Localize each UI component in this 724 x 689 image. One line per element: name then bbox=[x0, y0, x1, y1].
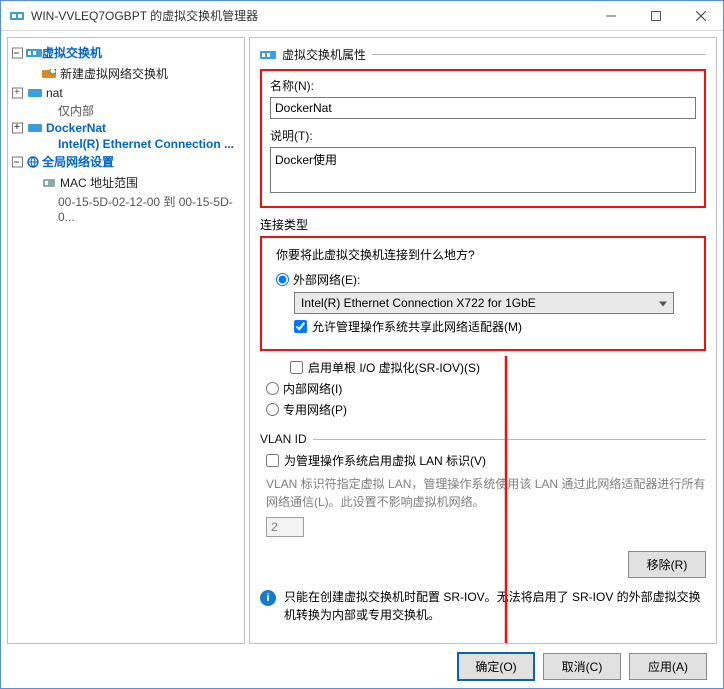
svg-text:✦: ✦ bbox=[51, 69, 56, 76]
radio-external-label: 外部网络(E): bbox=[293, 271, 360, 288]
radio-private-input[interactable] bbox=[266, 403, 279, 416]
radio-internal-input[interactable] bbox=[266, 382, 279, 395]
chk-share-input[interactable] bbox=[294, 320, 307, 333]
desc-textarea[interactable] bbox=[270, 147, 696, 193]
window: WIN-VVLEQ7OGBPT 的虚拟交换机管理器 虚拟交换机 ✦ 新建虚拟网络… bbox=[0, 0, 724, 689]
adapter-combo-value: Intel(R) Ethernet Connection X722 for 1G… bbox=[301, 296, 536, 310]
tree-item-dockernat[interactable]: DockerNat bbox=[8, 119, 244, 137]
cancel-button[interactable]: 取消(C) bbox=[543, 653, 621, 680]
name-input[interactable] bbox=[270, 97, 696, 119]
window-title: WIN-VVLEQ7OGBPT 的虚拟交换机管理器 bbox=[31, 7, 588, 24]
switch-icon bbox=[28, 123, 42, 133]
new-switch-icon: ✦ bbox=[42, 69, 56, 79]
chk-sriov-input[interactable] bbox=[290, 361, 303, 374]
conn-question: 你要将此虚拟交换机连接到什么地方? bbox=[276, 246, 696, 263]
minimize-button[interactable] bbox=[588, 1, 633, 30]
info-row: i 只能在创建虚拟交换机时配置 SR-IOV。无法将启用了 SR-IOV 的外部… bbox=[260, 588, 706, 624]
tree-item-label: DockerNat bbox=[46, 121, 106, 135]
tree-sub-mac: 00-15-5D-02-12-00 到 00-15-5D-0... bbox=[8, 193, 244, 224]
globe-icon bbox=[26, 156, 42, 168]
switch-icon bbox=[260, 49, 276, 61]
name-desc-highlight: 名称(N): 说明(T): bbox=[260, 69, 706, 208]
switch-icon bbox=[28, 88, 42, 98]
nic-icon bbox=[42, 178, 56, 188]
radio-external-input[interactable] bbox=[276, 273, 289, 286]
chk-vlan-label: 为管理操作系统启用虚拟 LAN 标识(V) bbox=[284, 452, 486, 469]
chk-sriov[interactable]: 启用单根 I/O 虚拟化(SR-IOV)(S) bbox=[290, 359, 706, 376]
info-icon: i bbox=[260, 590, 276, 606]
desc-label: 说明(T): bbox=[270, 127, 696, 144]
adapter-combo[interactable]: Intel(R) Ethernet Connection X722 for 1G… bbox=[294, 292, 674, 314]
tree-item-label: 新建虚拟网络交换机 bbox=[60, 65, 168, 82]
tree-item-mac-range[interactable]: MAC 地址范围 bbox=[8, 172, 244, 193]
tree-sub-nat: 仅内部 bbox=[8, 102, 244, 119]
app-icon bbox=[9, 8, 25, 24]
chk-sriov-label: 启用单根 I/O 虚拟化(SR-IOV)(S) bbox=[308, 359, 480, 376]
close-button[interactable] bbox=[678, 1, 723, 30]
remove-button[interactable]: 移除(R) bbox=[628, 551, 706, 578]
ok-button[interactable]: 确定(O) bbox=[457, 652, 535, 681]
dialog-footer: 确定(O) 取消(C) 应用(A) bbox=[1, 644, 723, 688]
tree-item-label: nat bbox=[46, 86, 63, 100]
panel-title-row: 虚拟交换机属性 bbox=[260, 46, 706, 63]
tree-header-vswitch[interactable]: 虚拟交换机 bbox=[8, 42, 244, 63]
name-label: 名称(N): bbox=[270, 77, 696, 94]
chk-share-label: 允许管理操作系统共享此网络适配器(M) bbox=[312, 318, 522, 335]
vlan-id-spinner: 2 bbox=[266, 517, 304, 537]
conn-type-highlight: 你要将此虚拟交换机连接到什么地方? 外部网络(E): Intel(R) Ethe… bbox=[260, 236, 706, 351]
tree-header-label: 全局网络设置 bbox=[42, 153, 114, 170]
tree-item-new-switch[interactable]: ✦ 新建虚拟网络交换机 bbox=[8, 63, 244, 84]
radio-external[interactable]: 外部网络(E): bbox=[276, 271, 696, 288]
radio-private-label: 专用网络(P) bbox=[283, 401, 347, 418]
conn-type-title: 连接类型 bbox=[260, 216, 706, 233]
info-text: 只能在创建虚拟交换机时配置 SR-IOV。无法将启用了 SR-IOV 的外部虚拟… bbox=[284, 588, 706, 624]
tree-item-label: MAC 地址范围 bbox=[60, 174, 138, 191]
properties-panel: 虚拟交换机属性 名称(N): 说明(T): 连接类型 你要将此虚拟交换机连接到什… bbox=[249, 37, 717, 644]
tree-header-global[interactable]: 全局网络设置 bbox=[8, 151, 244, 172]
vlan-title-row: VLAN ID bbox=[260, 432, 706, 446]
radio-internal-label: 内部网络(I) bbox=[283, 380, 342, 397]
tree-sub-dockernat: Intel(R) Ethernet Connection ... bbox=[8, 137, 244, 151]
tree-header-label: 虚拟交换机 bbox=[42, 44, 102, 61]
radio-internal[interactable]: 内部网络(I) bbox=[266, 380, 706, 397]
chk-vlan-input[interactable] bbox=[266, 454, 279, 467]
vlan-title: VLAN ID bbox=[260, 432, 307, 446]
titlebar: WIN-VVLEQ7OGBPT 的虚拟交换机管理器 bbox=[1, 1, 723, 31]
chk-vlan[interactable]: 为管理操作系统启用虚拟 LAN 标识(V) bbox=[266, 452, 706, 469]
apply-button[interactable]: 应用(A) bbox=[629, 653, 707, 680]
vlan-hint: VLAN 标识符指定虚拟 LAN，管理操作系统使用该 LAN 通过此网络适配器进… bbox=[266, 475, 706, 511]
tree-panel: 虚拟交换机 ✦ 新建虚拟网络交换机 nat 仅内部 DockerNat Inte… bbox=[7, 37, 245, 644]
tree-item-nat[interactable]: nat bbox=[8, 84, 244, 102]
radio-private[interactable]: 专用网络(P) bbox=[266, 401, 706, 418]
switch-icon bbox=[26, 47, 42, 59]
chk-share-adapter[interactable]: 允许管理操作系统共享此网络适配器(M) bbox=[294, 318, 696, 335]
maximize-button[interactable] bbox=[633, 1, 678, 30]
panel-title: 虚拟交换机属性 bbox=[282, 46, 366, 63]
